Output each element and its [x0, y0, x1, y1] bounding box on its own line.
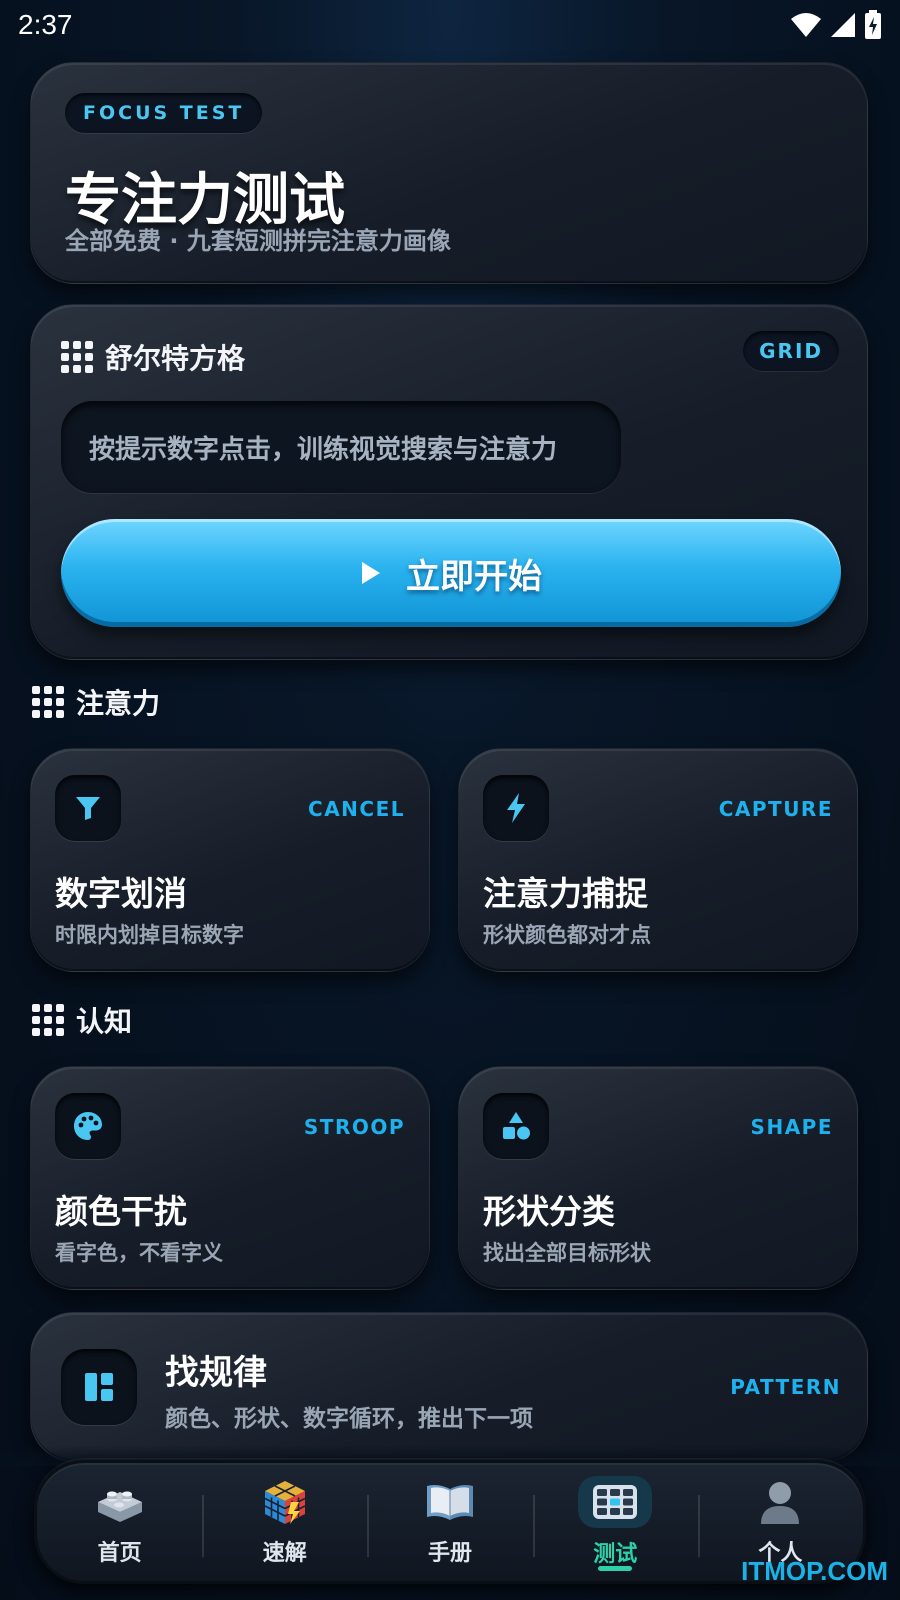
tile-subtitle: 找出全部目标形状	[483, 1241, 651, 1265]
grid-badge: GRID	[743, 331, 839, 371]
status-bar: 2:37	[0, 0, 900, 50]
tile-tag: CAPTURE	[718, 797, 833, 821]
section-cognition-title: 认知	[76, 1005, 133, 1038]
battery-icon	[865, 10, 881, 39]
grid-dots-icon	[32, 1004, 64, 1036]
nav-active-indicator	[598, 1566, 633, 1571]
wifi-icon	[791, 13, 821, 37]
hero-badge: FOCUS TEST	[65, 93, 263, 133]
start-button-label: 立即开始	[406, 556, 542, 597]
play-icon	[362, 562, 380, 584]
tile-title: 形状分类	[483, 1192, 615, 1231]
shapes-icon	[483, 1093, 549, 1159]
tile-title: 找规律	[165, 1353, 267, 1393]
watermark: ITMOP.COM	[741, 1556, 888, 1586]
nav-item-quick-solve[interactable]: 速解	[202, 1463, 367, 1581]
filter-icon	[55, 775, 121, 841]
rubiks-cube-icon	[257, 1477, 313, 1527]
tile-subtitle: 颜色、形状、数字循环，推出下一项	[165, 1406, 533, 1432]
nav-label: 首页	[97, 1541, 142, 1566]
status-icons	[790, 10, 882, 40]
tile-tag: PATTERN	[730, 1375, 841, 1399]
section-attention-header: 注意力	[32, 682, 160, 722]
lightning-icon	[483, 775, 549, 841]
grid-card-header: 舒尔特方格	[61, 337, 245, 377]
section-cognition-header: 认知	[32, 1000, 132, 1040]
layout-icon	[61, 1349, 137, 1425]
grid-card-title: 舒尔特方格	[105, 342, 246, 375]
tile-title: 数字划消	[55, 874, 187, 913]
nav-label: 速解	[262, 1541, 307, 1566]
hero-card: FOCUS TEST 专注力测试 全部免费 · 九套短测拼完注意力画像	[30, 62, 868, 284]
section-attention-title: 注意力	[76, 687, 161, 720]
nav-item-home[interactable]: 首页	[37, 1463, 202, 1581]
grid-dots-icon	[32, 686, 64, 718]
nav-item-handbook[interactable]: 手册	[367, 1463, 532, 1581]
grid-hint: 按提示数字点击，训练视觉搜索与注意力	[61, 401, 621, 493]
nav-item-test[interactable]: 测试	[532, 1463, 698, 1581]
tile-tag: STROOP	[303, 1115, 405, 1139]
status-time: 2:37	[18, 9, 73, 40]
tile-title: 注意力捕捉	[483, 874, 648, 913]
book-icon	[422, 1477, 478, 1527]
nav-label: 测试	[593, 1542, 638, 1567]
tile-stroop[interactable]: STROOP 颜色干扰 看字色，不看字义	[30, 1066, 430, 1290]
palette-icon	[55, 1093, 121, 1159]
lego-brick-icon	[92, 1477, 148, 1527]
grid-keypad-icon	[578, 1476, 653, 1528]
tile-subtitle: 时限内划掉目标数字	[55, 923, 244, 947]
tile-attention-capture[interactable]: CAPTURE 注意力捕捉 形状颜色都对才点	[458, 748, 858, 972]
hero-subtitle: 全部免费 · 九套短测拼完注意力画像	[65, 227, 451, 255]
tile-title: 颜色干扰	[55, 1192, 187, 1231]
start-button[interactable]: 立即开始	[61, 519, 841, 627]
tile-tag: CANCEL	[308, 797, 405, 821]
person-icon	[752, 1477, 808, 1527]
tile-subtitle: 形状颜色都对才点	[483, 923, 651, 947]
tile-tag: SHAPE	[750, 1115, 833, 1139]
tile-number-cancel[interactable]: CANCEL 数字划消 时限内划掉目标数字	[30, 748, 430, 972]
tile-subtitle: 看字色，不看字义	[55, 1241, 223, 1265]
tile-find-pattern[interactable]: 找规律 颜色、形状、数字循环，推出下一项 PATTERN	[30, 1312, 868, 1462]
signal-icon	[831, 13, 855, 37]
schulte-grid-card: 舒尔特方格 GRID 按提示数字点击，训练视觉搜索与注意力 立即开始	[30, 304, 868, 660]
tile-shape-sort[interactable]: SHAPE 形状分类 找出全部目标形状	[458, 1066, 858, 1290]
grid-dots-icon	[61, 341, 93, 373]
nav-label: 手册	[428, 1541, 473, 1566]
